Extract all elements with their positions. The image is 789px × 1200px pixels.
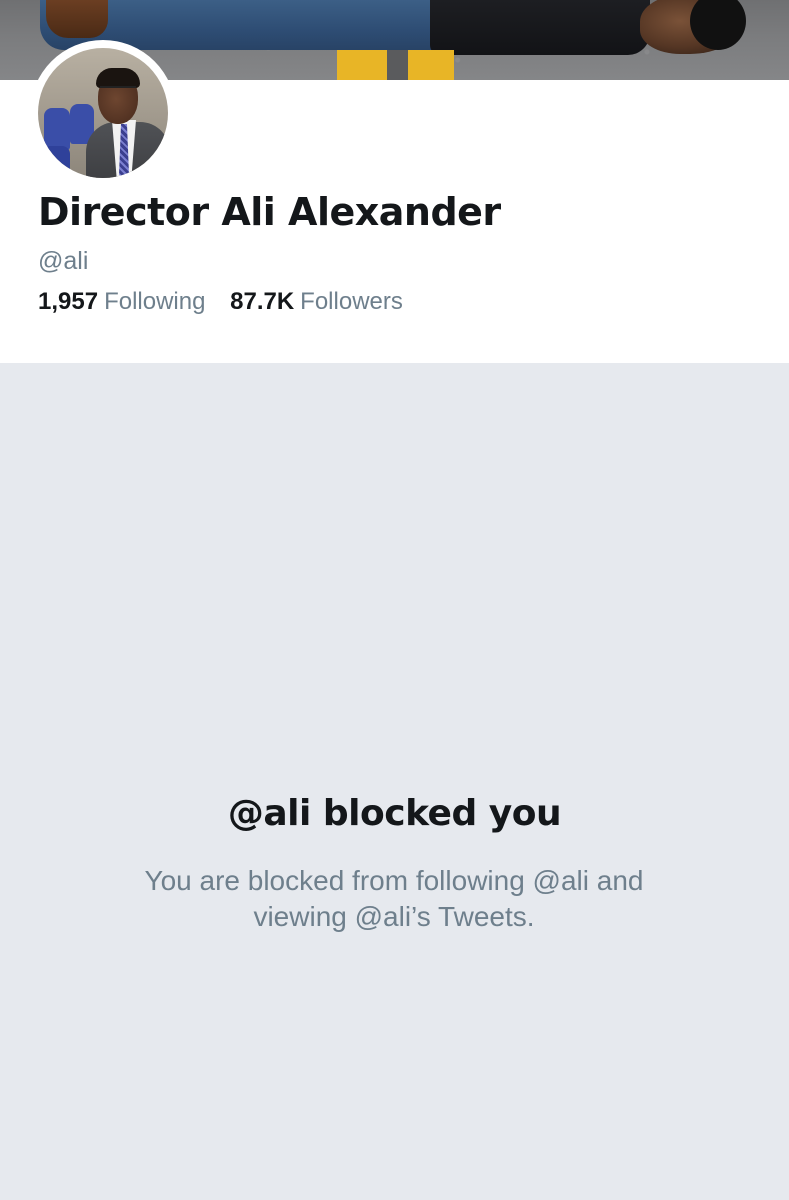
avatar-hair xyxy=(96,68,140,88)
blocked-description: You are blocked from following @ali and … xyxy=(144,865,644,932)
follow-stats: 1,957 Following 87.7K Followers xyxy=(38,285,421,319)
followers-count: 87.7K xyxy=(230,288,295,315)
following-count: 1,957 xyxy=(38,288,99,315)
display-name: Director Ali Alexander xyxy=(38,190,501,234)
banner-person-shoe xyxy=(46,0,108,38)
banner-person-torso xyxy=(430,0,650,55)
followers-stat[interactable]: 87.7K Followers xyxy=(230,285,403,319)
banner-road-line-right xyxy=(408,50,454,80)
banner-road-line-left xyxy=(337,50,387,80)
profile-header: Director Ali Alexander @ali 1,957 Followi… xyxy=(0,40,789,363)
blocked-message-panel: @ali blocked you You are blocked from fo… xyxy=(0,363,789,1200)
avatar-glasses xyxy=(100,86,136,96)
following-label: Following xyxy=(104,288,206,315)
followers-label: Followers xyxy=(300,288,403,315)
profile-handle: @ali xyxy=(38,247,89,275)
following-stat[interactable]: 1,957 Following xyxy=(38,285,205,319)
avatar-seat xyxy=(42,146,70,178)
banner-road-gap xyxy=(387,50,408,80)
avatar[interactable] xyxy=(30,40,176,186)
avatar-seat xyxy=(44,108,70,150)
blocked-title: @ali blocked you xyxy=(227,793,562,834)
avatar-photo xyxy=(38,48,168,178)
